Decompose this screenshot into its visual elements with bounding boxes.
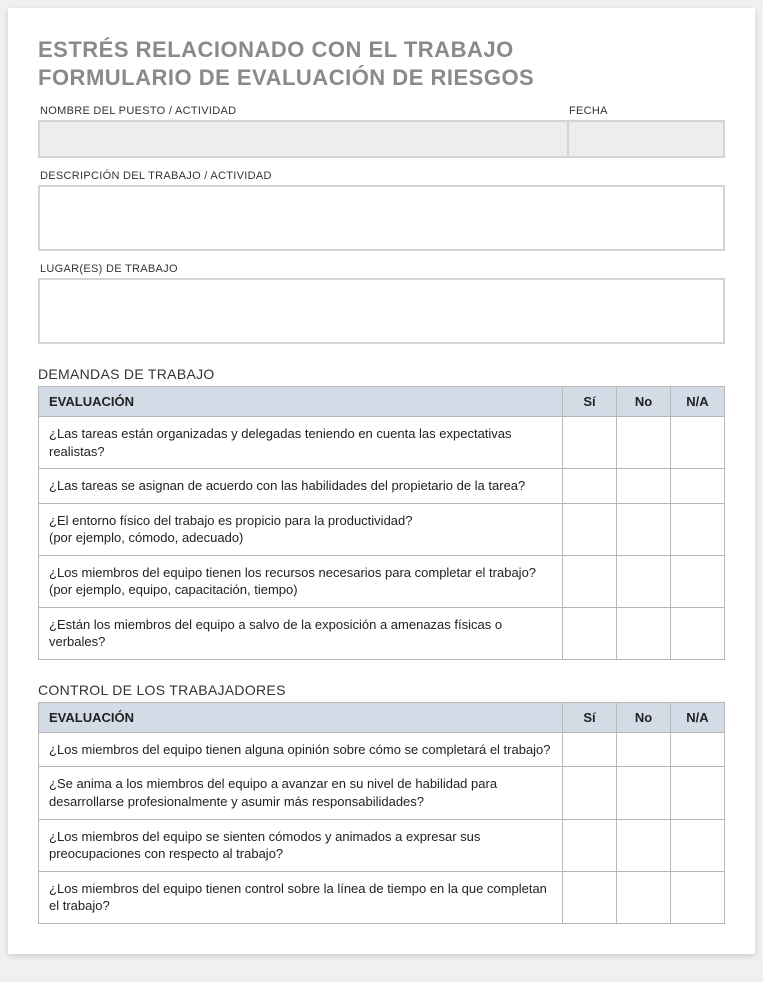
col-na: N/A (671, 702, 725, 732)
option-yes[interactable] (563, 732, 617, 767)
job-name-field: NOMBRE DEL PUESTO / ACTIVIDAD (38, 105, 567, 158)
col-yes: Sí (563, 702, 617, 732)
section-2-table: EVALUACIÓN Sí No N/A ¿Los miembros del e… (38, 702, 725, 924)
option-no[interactable] (617, 767, 671, 819)
table-row: ¿Las tareas están organizadas y delegada… (39, 417, 725, 469)
form-title: ESTRÉS RELACIONADO CON EL TRABAJO FORMUL… (38, 36, 725, 91)
date-field: FECHA (567, 105, 725, 158)
form-page: ESTRÉS RELACIONADO CON EL TRABAJO FORMUL… (8, 8, 755, 954)
option-yes[interactable] (563, 819, 617, 871)
option-yes[interactable] (563, 555, 617, 607)
table-row: ¿Los miembros del equipo tienen los recu… (39, 555, 725, 607)
name-date-row: NOMBRE DEL PUESTO / ACTIVIDAD FECHA (38, 105, 725, 158)
workplace-label: LUGAR(ES) DE TRABAJO (38, 263, 725, 275)
question-cell: ¿Los miembros del equipo tienen control … (39, 871, 563, 923)
table-row: ¿El entorno físico del trabajo es propic… (39, 503, 725, 555)
option-no[interactable] (617, 819, 671, 871)
option-yes[interactable] (563, 469, 617, 504)
title-line-1: ESTRÉS RELACIONADO CON EL TRABAJO (38, 37, 514, 62)
date-input[interactable] (567, 120, 725, 158)
section-2-body: ¿Los miembros del equipo tienen alguna o… (39, 732, 725, 923)
table-row: ¿Se anima a los miembros del equipo a av… (39, 767, 725, 819)
question-cell: ¿Los miembros del equipo tienen alguna o… (39, 732, 563, 767)
option-no[interactable] (617, 417, 671, 469)
section-1-title: DEMANDAS DE TRABAJO (38, 366, 725, 382)
option-yes[interactable] (563, 503, 617, 555)
section-1-table: EVALUACIÓN Sí No N/A ¿Las tareas están o… (38, 386, 725, 660)
table-row: ¿Las tareas se asignan de acuerdo con la… (39, 469, 725, 504)
option-na[interactable] (671, 607, 725, 659)
question-cell: ¿El entorno físico del trabajo es propic… (39, 503, 563, 555)
col-eval: EVALUACIÓN (39, 387, 563, 417)
section-1-body: ¿Las tareas están organizadas y delegada… (39, 417, 725, 660)
col-na: N/A (671, 387, 725, 417)
question-cell: ¿Se anima a los miembros del equipo a av… (39, 767, 563, 819)
option-na[interactable] (671, 469, 725, 504)
job-name-input[interactable] (38, 120, 567, 158)
option-no[interactable] (617, 871, 671, 923)
option-no[interactable] (617, 555, 671, 607)
question-cell: ¿Los miembros del equipo tienen los recu… (39, 555, 563, 607)
option-na[interactable] (671, 871, 725, 923)
description-input[interactable] (38, 185, 725, 251)
option-na[interactable] (671, 417, 725, 469)
question-cell: ¿Las tareas están organizadas y delegada… (39, 417, 563, 469)
col-no: No (617, 387, 671, 417)
option-no[interactable] (617, 607, 671, 659)
col-no: No (617, 702, 671, 732)
question-cell: ¿Los miembros del equipo se sienten cómo… (39, 819, 563, 871)
description-field: DESCRIPCIÓN DEL TRABAJO / ACTIVIDAD (38, 170, 725, 251)
description-label: DESCRIPCIÓN DEL TRABAJO / ACTIVIDAD (38, 170, 725, 182)
workplace-field: LUGAR(ES) DE TRABAJO (38, 263, 725, 344)
option-no[interactable] (617, 503, 671, 555)
option-na[interactable] (671, 767, 725, 819)
table-row: ¿Los miembros del equipo tienen alguna o… (39, 732, 725, 767)
option-yes[interactable] (563, 871, 617, 923)
table-row: ¿Los miembros del equipo tienen control … (39, 871, 725, 923)
col-yes: Sí (563, 387, 617, 417)
question-cell: ¿Las tareas se asignan de acuerdo con la… (39, 469, 563, 504)
option-na[interactable] (671, 503, 725, 555)
table-row: ¿Están los miembros del equipo a salvo d… (39, 607, 725, 659)
question-cell: ¿Están los miembros del equipo a salvo d… (39, 607, 563, 659)
option-no[interactable] (617, 732, 671, 767)
job-name-label: NOMBRE DEL PUESTO / ACTIVIDAD (38, 105, 567, 117)
title-line-2: FORMULARIO DE EVALUACIÓN DE RIESGOS (38, 65, 534, 90)
option-no[interactable] (617, 469, 671, 504)
date-label: FECHA (567, 105, 725, 117)
option-yes[interactable] (563, 607, 617, 659)
option-yes[interactable] (563, 767, 617, 819)
option-yes[interactable] (563, 417, 617, 469)
option-na[interactable] (671, 819, 725, 871)
col-eval: EVALUACIÓN (39, 702, 563, 732)
option-na[interactable] (671, 555, 725, 607)
option-na[interactable] (671, 732, 725, 767)
table-row: ¿Los miembros del equipo se sienten cómo… (39, 819, 725, 871)
workplace-input[interactable] (38, 278, 725, 344)
section-2-title: CONTROL DE LOS TRABAJADORES (38, 682, 725, 698)
